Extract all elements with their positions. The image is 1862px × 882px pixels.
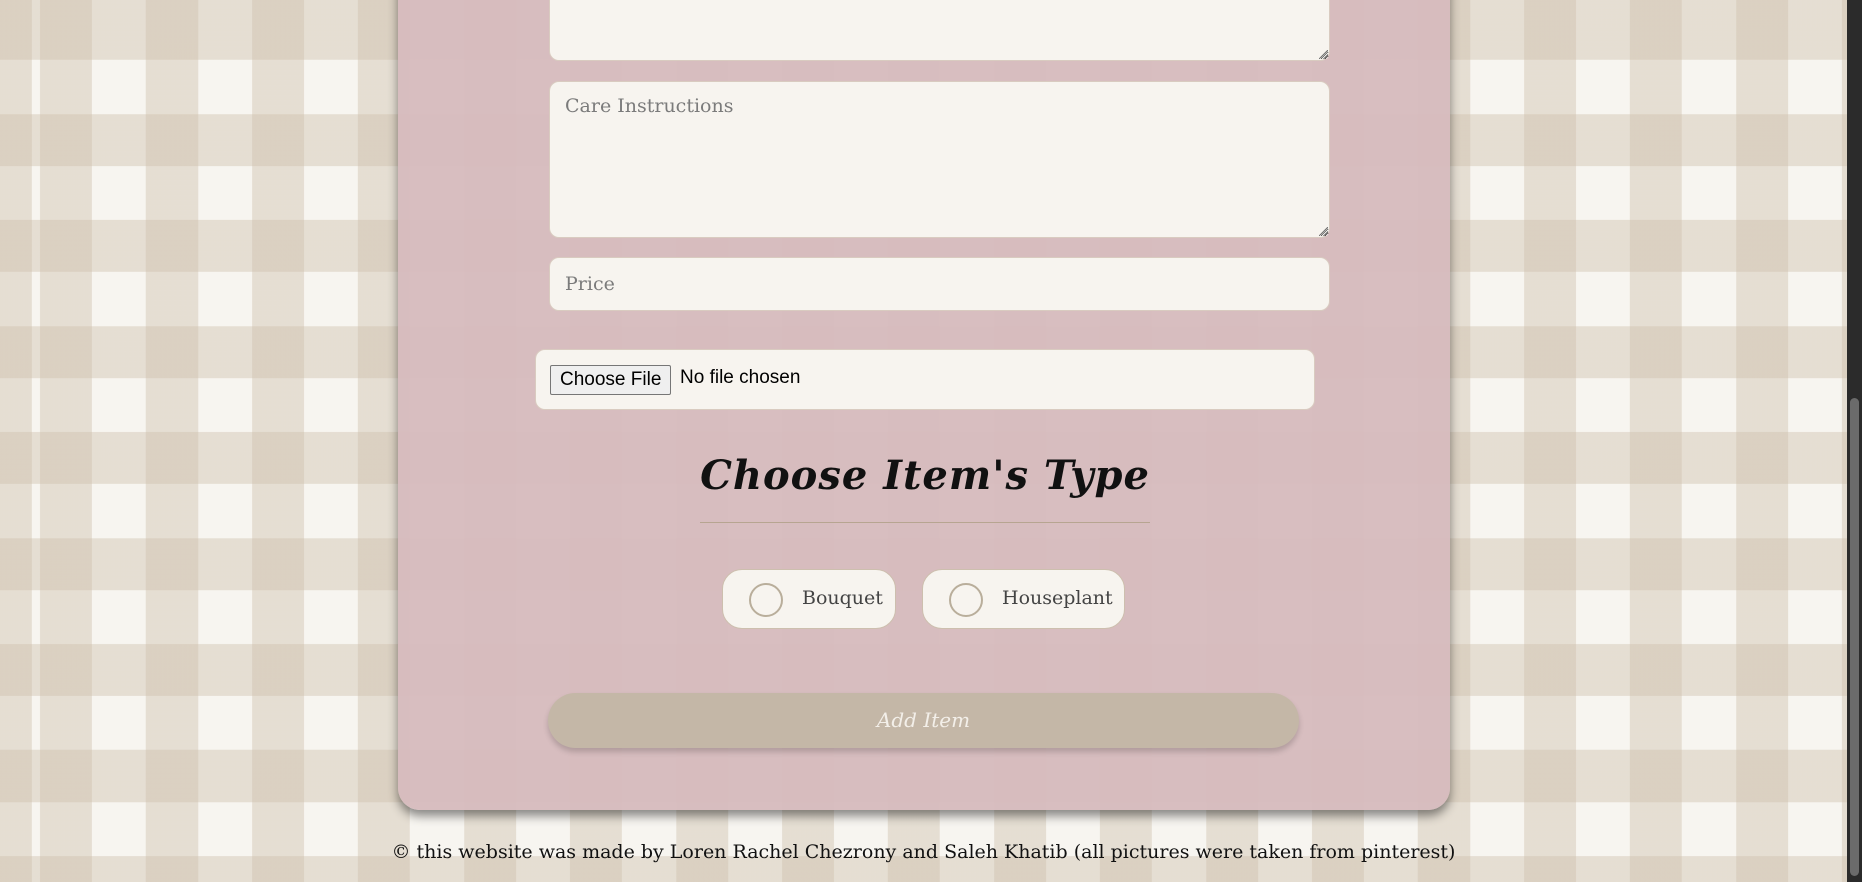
care-instructions-resize-icon[interactable] xyxy=(1319,227,1328,236)
add-item-button[interactable]: Add Item xyxy=(548,693,1299,748)
page-scrollbar[interactable] xyxy=(1847,0,1862,882)
description-textarea[interactable] xyxy=(549,0,1330,61)
price-input[interactable] xyxy=(549,257,1330,311)
file-upload-field[interactable]: Choose File No file chosen xyxy=(535,349,1315,410)
item-type-heading: Choose Item's Type xyxy=(700,452,1150,499)
type-option-label: Houseplant xyxy=(1002,587,1113,609)
care-instructions-textarea[interactable] xyxy=(549,81,1330,238)
description-resize-icon[interactable] xyxy=(1319,50,1328,59)
file-status-text: No file chosen xyxy=(680,367,801,388)
choose-file-button[interactable]: Choose File xyxy=(550,365,672,395)
heading-divider xyxy=(700,522,1150,523)
radio-icon[interactable] xyxy=(749,583,783,617)
footer-credit: © this website was made by Loren Rachel … xyxy=(391,841,1456,863)
type-option-bouquet[interactable]: Bouquet xyxy=(722,569,896,629)
type-option-houseplant[interactable]: Houseplant xyxy=(922,569,1125,629)
radio-icon[interactable] xyxy=(949,583,983,617)
scrollbar-thumb[interactable] xyxy=(1850,398,1859,876)
type-option-label: Bouquet xyxy=(802,587,883,609)
